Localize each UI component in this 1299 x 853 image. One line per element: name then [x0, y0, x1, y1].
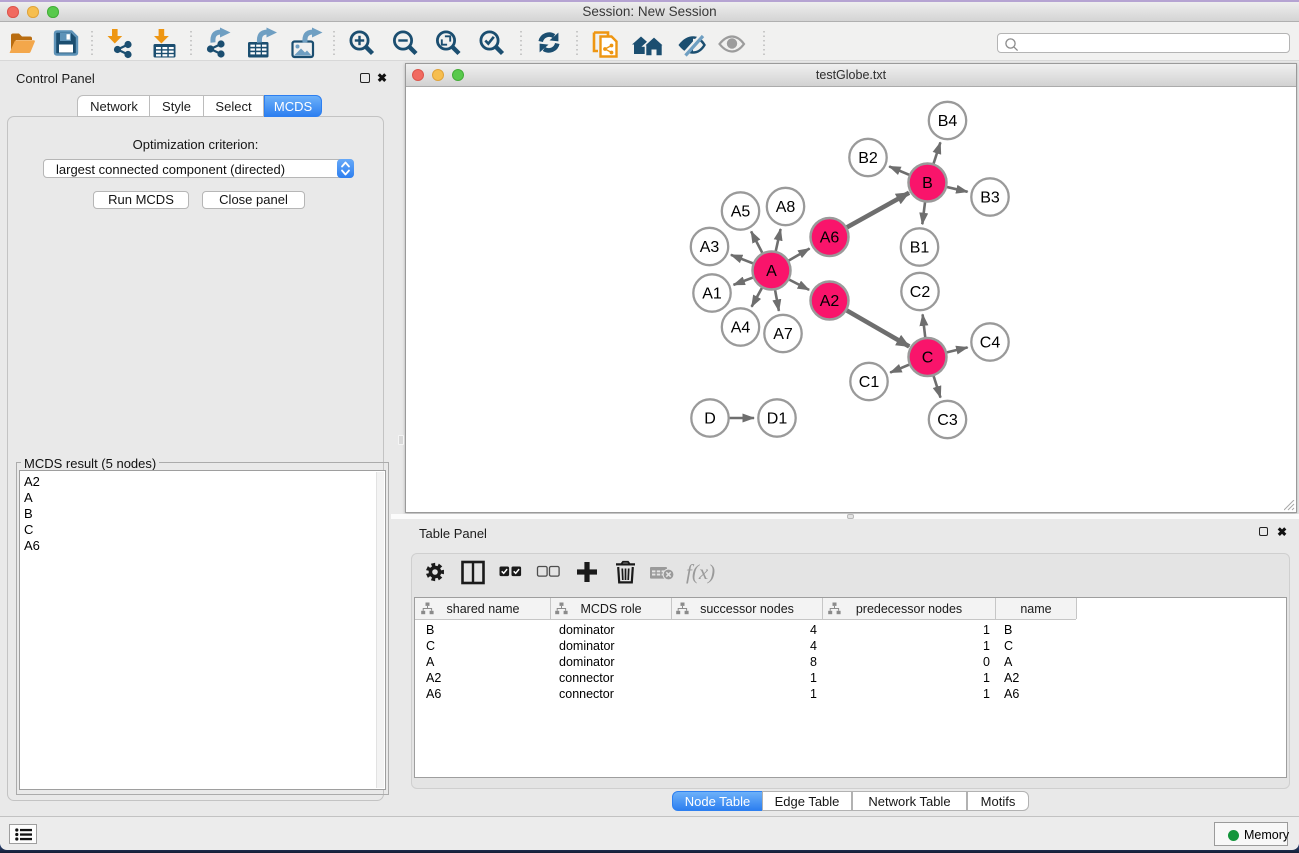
svg-text:A3: A3 [700, 239, 720, 256]
svg-text:B3: B3 [980, 190, 1000, 207]
svg-text:B2: B2 [858, 150, 878, 167]
svg-text:D1: D1 [767, 411, 788, 428]
svg-text:A1: A1 [702, 286, 722, 303]
svg-text:f(x): f(x) [686, 560, 715, 584]
svg-text:C2: C2 [910, 284, 931, 301]
svg-text:C: C [922, 350, 934, 367]
svg-text:C3: C3 [937, 412, 958, 429]
svg-text:A5: A5 [731, 204, 751, 221]
svg-text:A: A [766, 263, 777, 280]
svg-text:B1: B1 [910, 240, 930, 257]
svg-text:B4: B4 [938, 113, 958, 130]
svg-text:D: D [704, 411, 716, 428]
svg-text:A2: A2 [820, 293, 840, 310]
svg-text:A8: A8 [776, 199, 796, 216]
svg-text:C1: C1 [859, 374, 880, 391]
svg-text:C4: C4 [980, 335, 1001, 352]
svg-text:B: B [922, 175, 933, 192]
svg-text:A7: A7 [773, 326, 793, 343]
svg-text:A6: A6 [820, 230, 840, 247]
svg-text:A4: A4 [731, 320, 751, 337]
